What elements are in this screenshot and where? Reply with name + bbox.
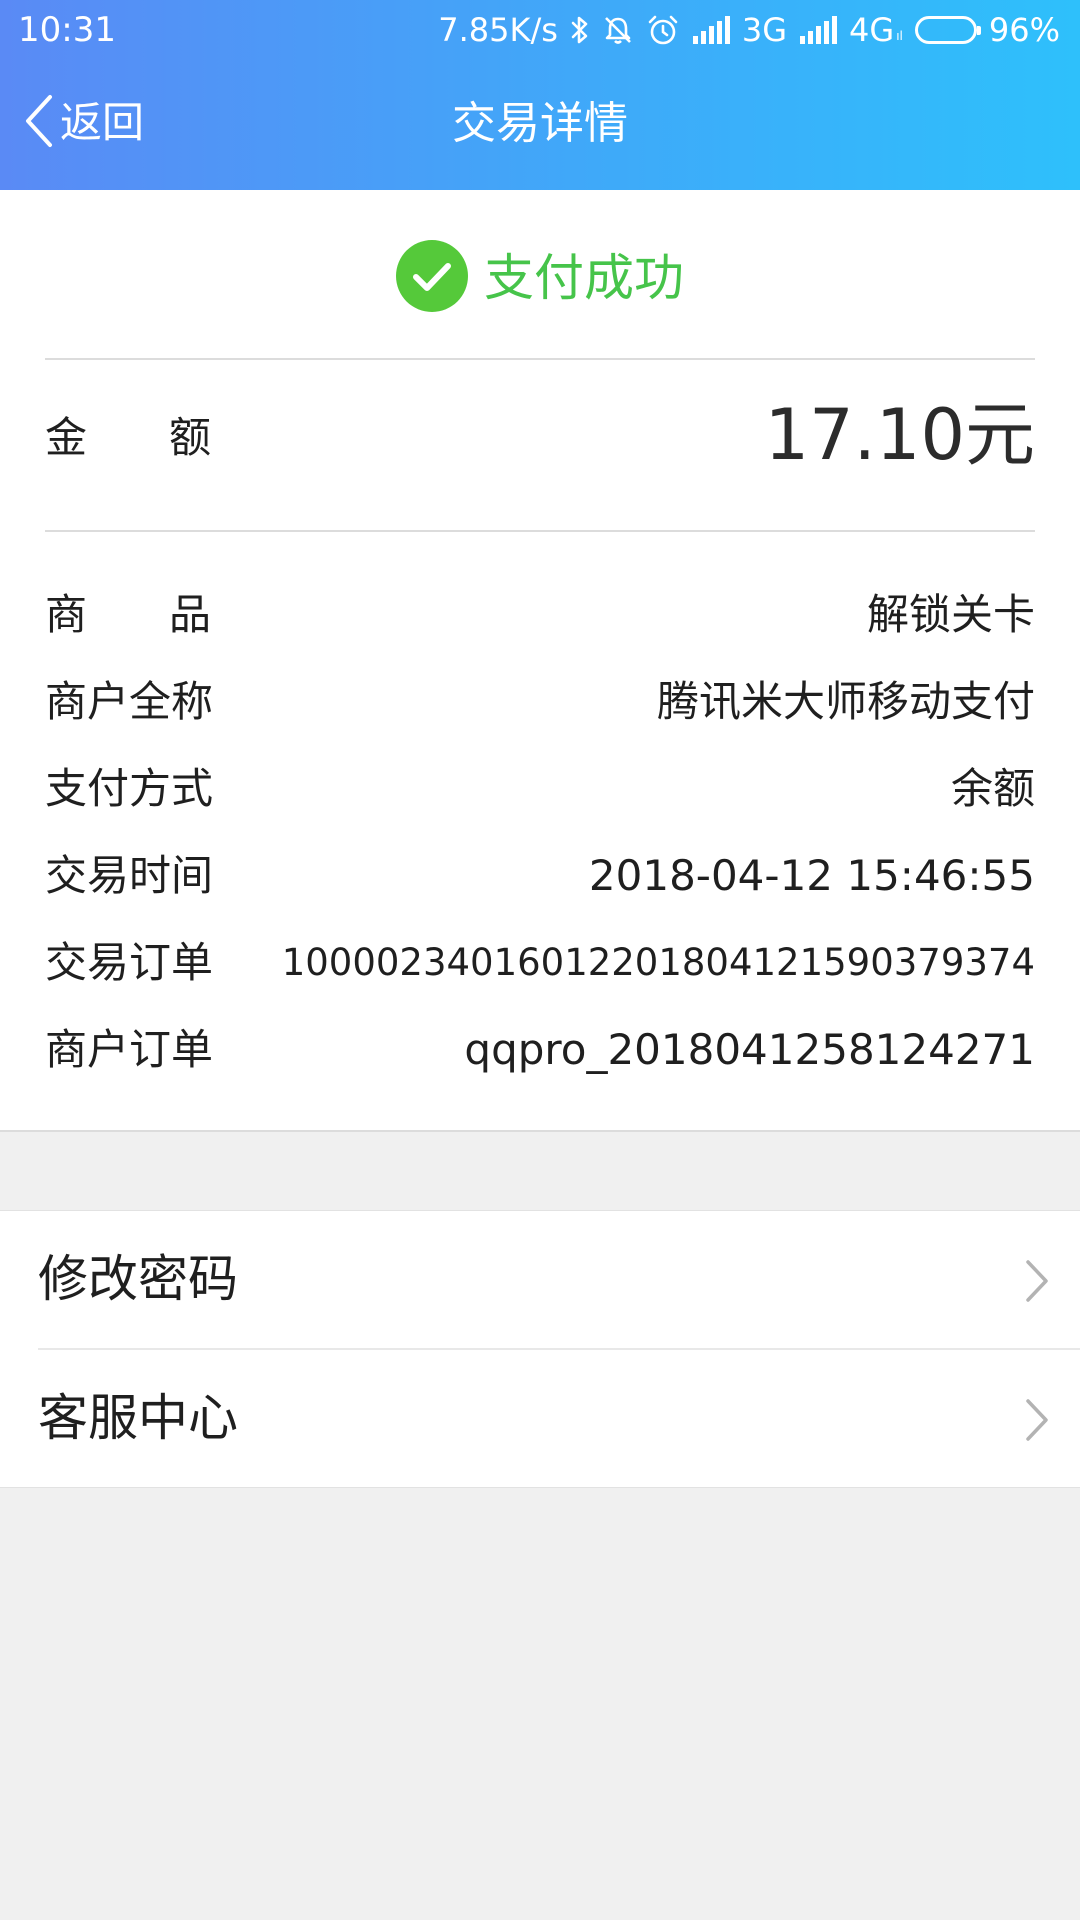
detail-row-merchant-order: 商户订单 qqpro_2018041258124271 <box>45 1013 1035 1100</box>
detail-row-merchant-name: 商户全称 腾讯米大师移动支付 <box>45 665 1035 752</box>
payment-status-text: 支付成功 <box>484 249 684 307</box>
detail-row-transaction-order: 交易订单 10000234016012201804121590379374 <box>45 926 1035 1013</box>
menu-item-label: 修改密码 <box>38 1250 238 1308</box>
status-bar: 10:31 7.85K/s 3G 4G ıl 96% <box>0 0 1080 60</box>
detail-value: 余额 <box>950 764 1035 813</box>
detail-row-product: 商品 解锁关卡 <box>45 578 1035 665</box>
detail-value: 2018-04-12 15:46:55 <box>588 851 1035 900</box>
detail-label: 交易时间 <box>45 851 214 900</box>
change-password-item[interactable]: 修改密码 <box>0 1211 1080 1348</box>
network-3g-label: 3G <box>741 11 788 49</box>
alarm-icon <box>646 13 680 47</box>
page-title: 交易详情 <box>452 98 628 149</box>
detail-label: 商户订单 <box>45 1025 214 1074</box>
divider <box>45 358 1035 360</box>
customer-service-item[interactable]: 客服中心 <box>0 1350 1080 1487</box>
signal-icon <box>692 16 730 44</box>
detail-row-payment-method: 支付方式 余额 <box>45 752 1035 839</box>
chevron-right-icon <box>1024 1259 1050 1307</box>
network-4g-sub: ıl <box>896 29 903 43</box>
detail-label: 商户全称 <box>45 677 214 726</box>
transaction-detail-card: 支付成功 金额 17.10元 商品 解锁关卡 商户全称 腾讯米大师移动支付 支付… <box>0 190 1080 1132</box>
detail-value: qqpro_2018041258124271 <box>464 1025 1035 1074</box>
amount-value: 17.10元 <box>764 394 1035 476</box>
detail-value: 解锁关卡 <box>866 590 1035 639</box>
network-4g-label: 4G <box>849 11 895 49</box>
payment-status: 支付成功 <box>0 240 1080 316</box>
net-speed: 7.85K/s <box>438 11 558 49</box>
options-menu: 修改密码 客服中心 <box>0 1210 1080 1488</box>
detail-label: 商品 <box>45 590 294 639</box>
bluetooth-icon <box>570 14 590 46</box>
battery-icon <box>914 16 981 44</box>
divider <box>45 530 1035 532</box>
amount-label: 金额 <box>45 413 294 462</box>
header: 10:31 7.85K/s 3G 4G ıl 96% 返回 交易详情 <box>0 0 1080 190</box>
battery-percent: 96% <box>988 11 1060 49</box>
chevron-right-icon <box>1024 1398 1050 1446</box>
detail-label: 支付方式 <box>45 764 214 813</box>
status-time: 10:31 <box>18 10 116 50</box>
amount-row: 金额 17.10元 <box>45 370 1035 500</box>
detail-list: 商品 解锁关卡 商户全称 腾讯米大师移动支付 支付方式 余额 交易时间 2018… <box>45 578 1035 1100</box>
status-icons: 7.85K/s 3G 4G ıl 96% <box>438 10 1060 50</box>
menu-item-label: 客服中心 <box>38 1389 238 1447</box>
check-circle-icon <box>396 240 468 316</box>
mute-bell-icon <box>602 14 634 46</box>
detail-value: 10000234016012201804121590379374 <box>281 941 1035 984</box>
detail-row-transaction-time: 交易时间 2018-04-12 15:46:55 <box>45 839 1035 926</box>
detail-label: 交易订单 <box>45 938 214 987</box>
nav-bar: 返回 交易详情 <box>0 60 1080 190</box>
signal-icon <box>799 16 838 44</box>
detail-value: 腾讯米大师移动支付 <box>656 677 1035 726</box>
